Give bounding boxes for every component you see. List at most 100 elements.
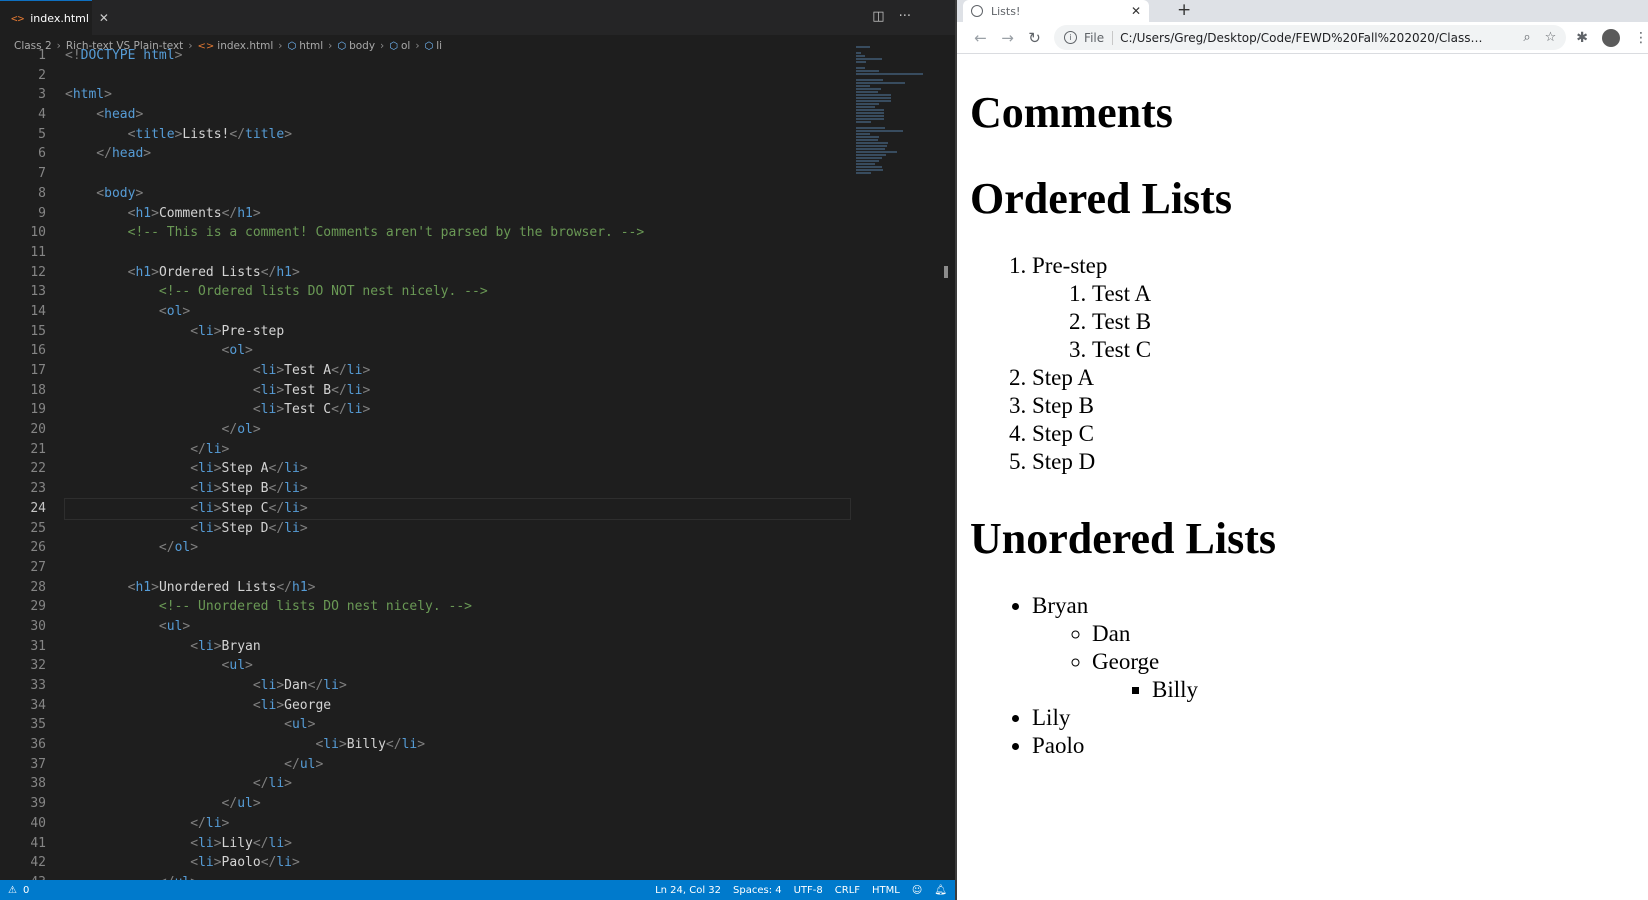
code-line[interactable]: <li>George: [65, 696, 850, 716]
code-line[interactable]: <title>Lists!</title>: [65, 125, 850, 145]
code-token: Test A: [284, 363, 332, 378]
code-line[interactable]: <h1>Unordered Lists</h1>: [65, 578, 850, 598]
code-line[interactable]: <ul>: [65, 656, 850, 676]
minimap-line: [856, 136, 879, 138]
back-arrow-icon[interactable]: ←: [967, 29, 994, 47]
code-token: <: [65, 107, 105, 123]
code-line[interactable]: <ul>: [65, 715, 850, 735]
code-line[interactable]: <li>Lily</li>: [65, 834, 850, 854]
url-text[interactable]: C:/Users/Greg/Desktop/Code/FEWD%20Fall%2…: [1120, 31, 1490, 45]
code-line[interactable]: </ol>: [65, 420, 850, 440]
code-line[interactable]: <li>Step D</li>: [65, 519, 850, 539]
problems-indicator[interactable]: ⚠ 0: [8, 885, 29, 896]
code-line[interactable]: [65, 558, 850, 578]
code-line[interactable]: [65, 243, 850, 263]
list-item: Paolo: [1032, 732, 1630, 760]
code-line[interactable]: <!-- Unordered lists DO nest nicely. -->: [65, 597, 850, 617]
minimap-line: [856, 160, 879, 162]
forward-arrow-icon[interactable]: →: [994, 29, 1021, 47]
code-line[interactable]: [65, 164, 850, 184]
code-line[interactable]: <li>Billy</li>: [65, 735, 850, 755]
minimap-line: [856, 52, 862, 54]
code-token: ol: [166, 303, 183, 319]
code-area[interactable]: <!DOCTYPE html> <html> <head> <title>List…: [64, 46, 851, 893]
line-number: 30: [30, 618, 46, 634]
code-line[interactable]: <ol>: [65, 302, 850, 322]
end-of-line[interactable]: CRLF: [835, 885, 860, 896]
line-number: 15: [30, 323, 46, 339]
code-line[interactable]: <li>Bryan: [65, 637, 850, 657]
encoding[interactable]: UTF-8: [794, 885, 823, 896]
language-mode[interactable]: HTML: [872, 885, 900, 896]
minimap-line: [856, 91, 878, 93]
new-tab-button[interactable]: +: [1177, 0, 1191, 20]
code-line[interactable]: <li>Pre-step: [65, 322, 850, 342]
more-actions-icon[interactable]: ···: [899, 9, 911, 24]
info-icon[interactable]: i: [1064, 31, 1078, 44]
code-line[interactable]: <li>Step C</li>: [64, 497, 851, 520]
code-token: <: [65, 500, 199, 516]
code-line[interactable]: <li>Step A</li>: [65, 459, 850, 479]
code-token: >: [213, 500, 222, 516]
code-line[interactable]: </ul>: [65, 755, 850, 775]
code-token: </: [65, 422, 238, 438]
star-icon[interactable]: ☆: [1545, 30, 1557, 45]
code-line[interactable]: <html>: [65, 85, 850, 105]
bell-icon[interactable]: 🔔︎: [934, 885, 947, 896]
code-line[interactable]: <h1>Comments</h1>: [65, 204, 850, 224]
code-line[interactable]: </ol>: [65, 538, 850, 558]
minimap-line: [856, 55, 865, 57]
minimap-line: [856, 169, 883, 171]
code-line[interactable]: <ol>: [65, 341, 850, 361]
cursor-position[interactable]: Ln 24, Col 32: [655, 885, 721, 896]
code-line[interactable]: <!DOCTYPE html>: [65, 46, 850, 66]
code-line[interactable]: <ul>: [65, 617, 850, 637]
code-line[interactable]: </li>: [65, 774, 850, 794]
extensions-icon[interactable]: ✱: [1576, 30, 1588, 46]
minimap-line: [856, 115, 884, 117]
code-line[interactable]: </ul>: [65, 794, 850, 814]
code-token: </: [65, 776, 269, 792]
code-token: </: [65, 146, 112, 162]
code-line[interactable]: <li>Test A</li>: [65, 361, 850, 381]
split-editor-icon[interactable]: ◫: [872, 9, 884, 24]
code-line[interactable]: <li>Test C</li>: [65, 400, 850, 420]
code-line[interactable]: </li>: [65, 440, 850, 460]
indentation[interactable]: Spaces: 4: [733, 885, 782, 896]
code-line[interactable]: <li>Step B</li>: [65, 479, 850, 499]
code-token: <: [65, 855, 199, 871]
code-line[interactable]: </li>: [65, 814, 850, 834]
menu-icon[interactable]: ⋮: [1634, 30, 1648, 46]
avatar[interactable]: [1601, 28, 1620, 47]
code-line[interactable]: <!-- Ordered lists DO NOT nest nicely. -…: [65, 282, 850, 302]
close-icon[interactable]: ✕: [1131, 4, 1141, 18]
browser-tab-strip: Lists! ✕ +: [957, 0, 1648, 22]
scrollbar[interactable]: [944, 266, 948, 278]
code-line[interactable]: [65, 66, 850, 86]
code-line[interactable]: </head>: [65, 144, 850, 164]
code-token: Ordered Lists: [158, 264, 261, 280]
code-line[interactable]: <h1>Ordered Lists</h1>: [65, 263, 850, 283]
code-line[interactable]: <!-- This is a comment! Comments aren't …: [65, 223, 850, 243]
code-line[interactable]: <li>Dan</li>: [65, 676, 850, 696]
code-line[interactable]: <li>Paolo</li>: [65, 853, 850, 873]
code-line[interactable]: <head>: [65, 105, 850, 125]
code-line[interactable]: <body>: [65, 184, 850, 204]
code-token: </: [268, 461, 285, 477]
browser-tab[interactable]: Lists! ✕: [963, 0, 1149, 22]
heading-ordered-lists: Ordered Lists: [970, 174, 1232, 223]
zoom-icon[interactable]: ⌕: [1523, 30, 1530, 45]
address-bar[interactable]: i File C:/Users/Greg/Desktop/Code/FEWD%2…: [1054, 25, 1567, 50]
minimap-line: [856, 97, 892, 99]
tab-index-html[interactable]: <> index.html ✕: [0, 0, 109, 35]
minimap[interactable]: [856, 46, 942, 174]
code-token: <: [65, 87, 73, 103]
feedback-icon[interactable]: ☺: [912, 885, 922, 896]
close-icon[interactable]: ✕: [99, 11, 109, 25]
reload-icon[interactable]: ↻: [1021, 29, 1048, 47]
code-token: Step C: [221, 500, 269, 516]
code-line[interactable]: <li>Test B</li>: [65, 381, 850, 401]
list-item-text: Bryan: [1032, 593, 1089, 618]
code-token: Comments: [158, 205, 222, 221]
minimap-line: [856, 106, 875, 108]
